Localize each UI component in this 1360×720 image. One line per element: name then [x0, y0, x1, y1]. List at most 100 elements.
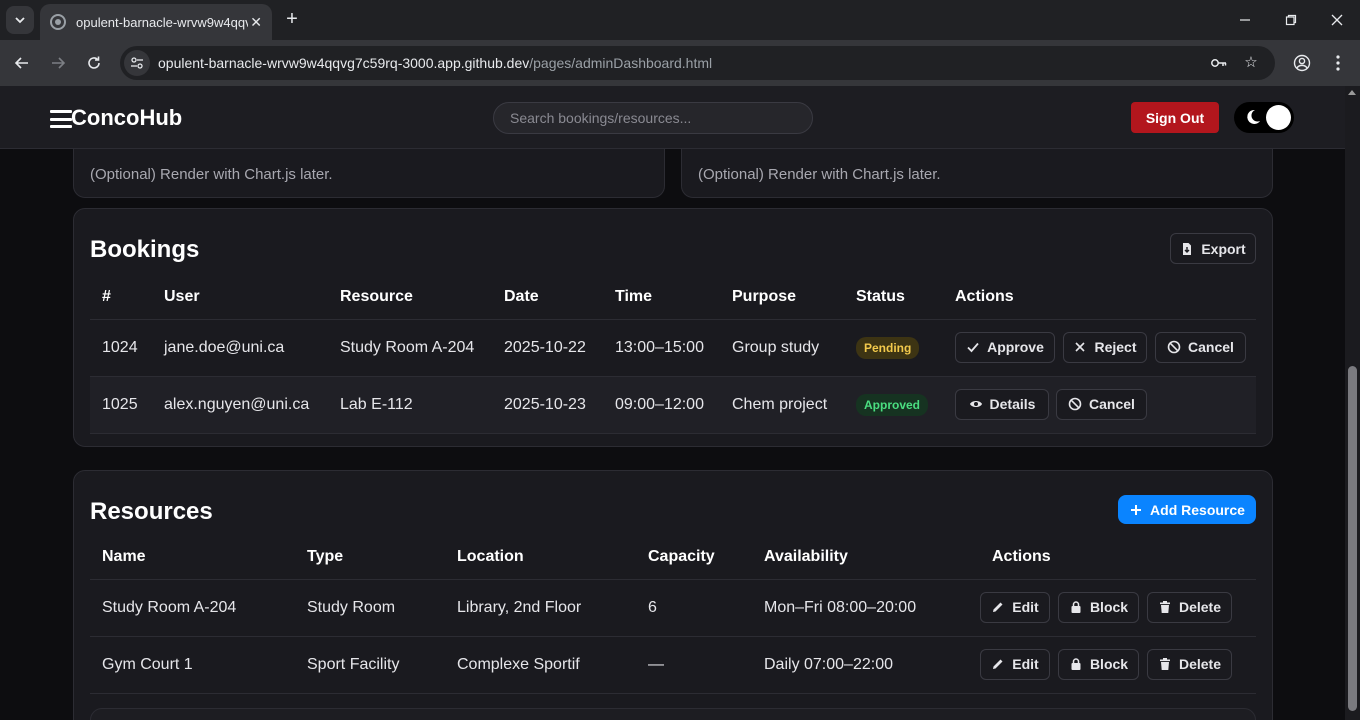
booking-status-cell: Approved	[844, 376, 943, 434]
close-icon	[1331, 14, 1343, 26]
tab-search-button[interactable]	[6, 6, 34, 34]
close-window-button[interactable]	[1314, 0, 1360, 40]
chart-hint-right: (Optional) Render with Chart.js later.	[698, 166, 941, 183]
search-input[interactable]	[493, 102, 813, 134]
details-label: Details	[989, 396, 1036, 412]
bookings-header-row: # User Resource Date Time Purpose Status…	[90, 275, 1256, 320]
booking-id: 1024	[90, 319, 152, 377]
booking-date: 2025-10-23	[492, 376, 603, 434]
check-icon	[967, 342, 979, 353]
export-button[interactable]: Export	[1170, 233, 1256, 264]
hamburger-menu-icon[interactable]	[50, 110, 72, 128]
resource-availability: Mon–Fri 08:00–20:00	[752, 579, 980, 637]
resources-card: Resources Add Resource Name Type Locatio…	[73, 470, 1273, 720]
col-id: #	[90, 275, 152, 320]
chart-hint-left: (Optional) Render with Chart.js later.	[90, 166, 333, 183]
bookings-card: Bookings Export # User Resource Date Tim…	[73, 208, 1273, 447]
add-resource-label: Add Resource	[1150, 501, 1245, 518]
reload-button[interactable]	[80, 49, 108, 77]
bookings-table: # User Resource Date Time Purpose Status…	[90, 275, 1256, 434]
resource-type: Sport Facility	[295, 636, 445, 694]
bookings-title: Bookings	[90, 236, 200, 263]
password-key-icon[interactable]	[1210, 54, 1228, 72]
toggle-knob	[1266, 105, 1291, 130]
add-resource-button[interactable]: Add Resource	[1118, 495, 1256, 524]
plus-icon	[1131, 504, 1142, 515]
resource-actions: Edit Block Delete	[980, 579, 1256, 637]
cancel-label: Cancel	[1188, 339, 1234, 355]
x-icon	[1075, 342, 1086, 352]
address-bar[interactable]: opulent-barnacle-wrvw9w4qqvg7c59rq-3000.…	[120, 46, 1275, 80]
kebab-menu-icon	[1336, 55, 1340, 71]
ban-icon	[1167, 340, 1181, 354]
booking-id: 1025	[90, 376, 152, 434]
approve-label: Approve	[987, 339, 1044, 355]
maximize-button[interactable]	[1268, 0, 1314, 40]
scroll-up-arrow-icon[interactable]	[1348, 90, 1356, 95]
block-button[interactable]: Block	[1058, 648, 1139, 680]
page-scrollbar[interactable]	[1345, 86, 1360, 720]
booking-time: 09:00–12:00	[603, 376, 720, 434]
col-purpose: Purpose	[720, 275, 844, 320]
site-info-icon[interactable]	[124, 50, 150, 76]
back-button[interactable]	[8, 49, 36, 77]
profile-icon	[1293, 54, 1311, 72]
resource-location: Library, 2nd Floor	[445, 579, 636, 637]
edit-button[interactable]: Edit	[980, 591, 1050, 623]
col-date: Date	[492, 275, 603, 320]
delete-button[interactable]: Delete	[1147, 648, 1232, 680]
browser-toolbar: opulent-barnacle-wrvw9w4qqvg7c59rq-3000.…	[0, 40, 1360, 86]
brand-logo[interactable]: ConcoHub	[71, 105, 182, 131]
col-name: Name	[90, 535, 295, 580]
browser-tabstrip: opulent-barnacle-wrvw9w4qqvg7c59rq-3000.…	[0, 0, 1360, 40]
bookmark-star-icon[interactable]: ☆	[1242, 54, 1260, 72]
delete-button[interactable]: Delete	[1147, 591, 1232, 623]
block-label: Block	[1089, 656, 1129, 672]
cancel-button[interactable]: Cancel	[1056, 388, 1147, 420]
col-resource: Resource	[328, 275, 492, 320]
eye-icon	[969, 401, 982, 407]
booking-actions: Approve Reject Cancel	[943, 319, 1256, 377]
minimize-button[interactable]	[1222, 0, 1268, 40]
new-tab-button[interactable]: +	[280, 8, 304, 32]
details-button[interactable]: Details	[955, 388, 1049, 420]
table-row: Gym Court 1 Sport Facility Complexe Spor…	[90, 636, 1256, 694]
globe-icon	[50, 14, 66, 30]
scrollbar-thumb[interactable]	[1348, 366, 1357, 711]
resource-location: Complexe Sportif	[445, 636, 636, 694]
approve-button[interactable]: Approve	[955, 331, 1055, 363]
forward-button[interactable]	[44, 49, 72, 77]
resource-actions-group: Edit Block Delete	[980, 580, 1256, 636]
cancel-label: Cancel	[1089, 396, 1135, 412]
ban-icon	[1068, 397, 1082, 411]
browser-menu-button[interactable]	[1324, 49, 1352, 77]
reject-button[interactable]: Reject	[1063, 331, 1147, 363]
minimize-icon	[1240, 19, 1250, 21]
url-text: opulent-barnacle-wrvw9w4qqvg7c59rq-3000.…	[158, 55, 712, 71]
status-badge: Approved	[856, 393, 929, 416]
next-section-card	[90, 708, 1256, 720]
restore-icon	[1285, 14, 1297, 26]
edit-button[interactable]: Edit	[980, 648, 1050, 680]
table-row: 1024 jane.doe@uni.ca Study Room A-204 20…	[90, 319, 1256, 377]
arrow-left-icon	[14, 57, 28, 69]
profile-button[interactable]	[1288, 49, 1316, 77]
booking-actions: Details Cancel	[943, 376, 1256, 434]
edit-label: Edit	[1012, 656, 1039, 672]
close-tab-icon[interactable]: ✕	[250, 14, 262, 31]
sign-out-button[interactable]: Sign Out	[1131, 102, 1219, 133]
table-row: Study Room A-204 Study Room Library, 2nd…	[90, 579, 1256, 637]
col-actions: Actions	[980, 535, 1256, 580]
resource-actions-group: Edit Block Delete	[980, 637, 1256, 693]
lock-icon	[1071, 601, 1081, 613]
moon-icon	[1247, 109, 1260, 124]
table-row: 1025 alex.nguyen@uni.ca Lab E-112 2025-1…	[90, 376, 1256, 434]
url-path: /pages/adminDashboard.html	[529, 55, 713, 71]
delete-label: Delete	[1178, 599, 1222, 615]
browser-tab[interactable]: opulent-barnacle-wrvw9w4qqvg7c59rq-3000.…	[40, 4, 272, 40]
block-button[interactable]: Block	[1058, 591, 1139, 623]
cancel-button[interactable]: Cancel	[1155, 331, 1246, 363]
theme-toggle[interactable]	[1234, 102, 1294, 133]
reject-label: Reject	[1094, 339, 1137, 355]
chevron-down-icon	[15, 17, 25, 24]
